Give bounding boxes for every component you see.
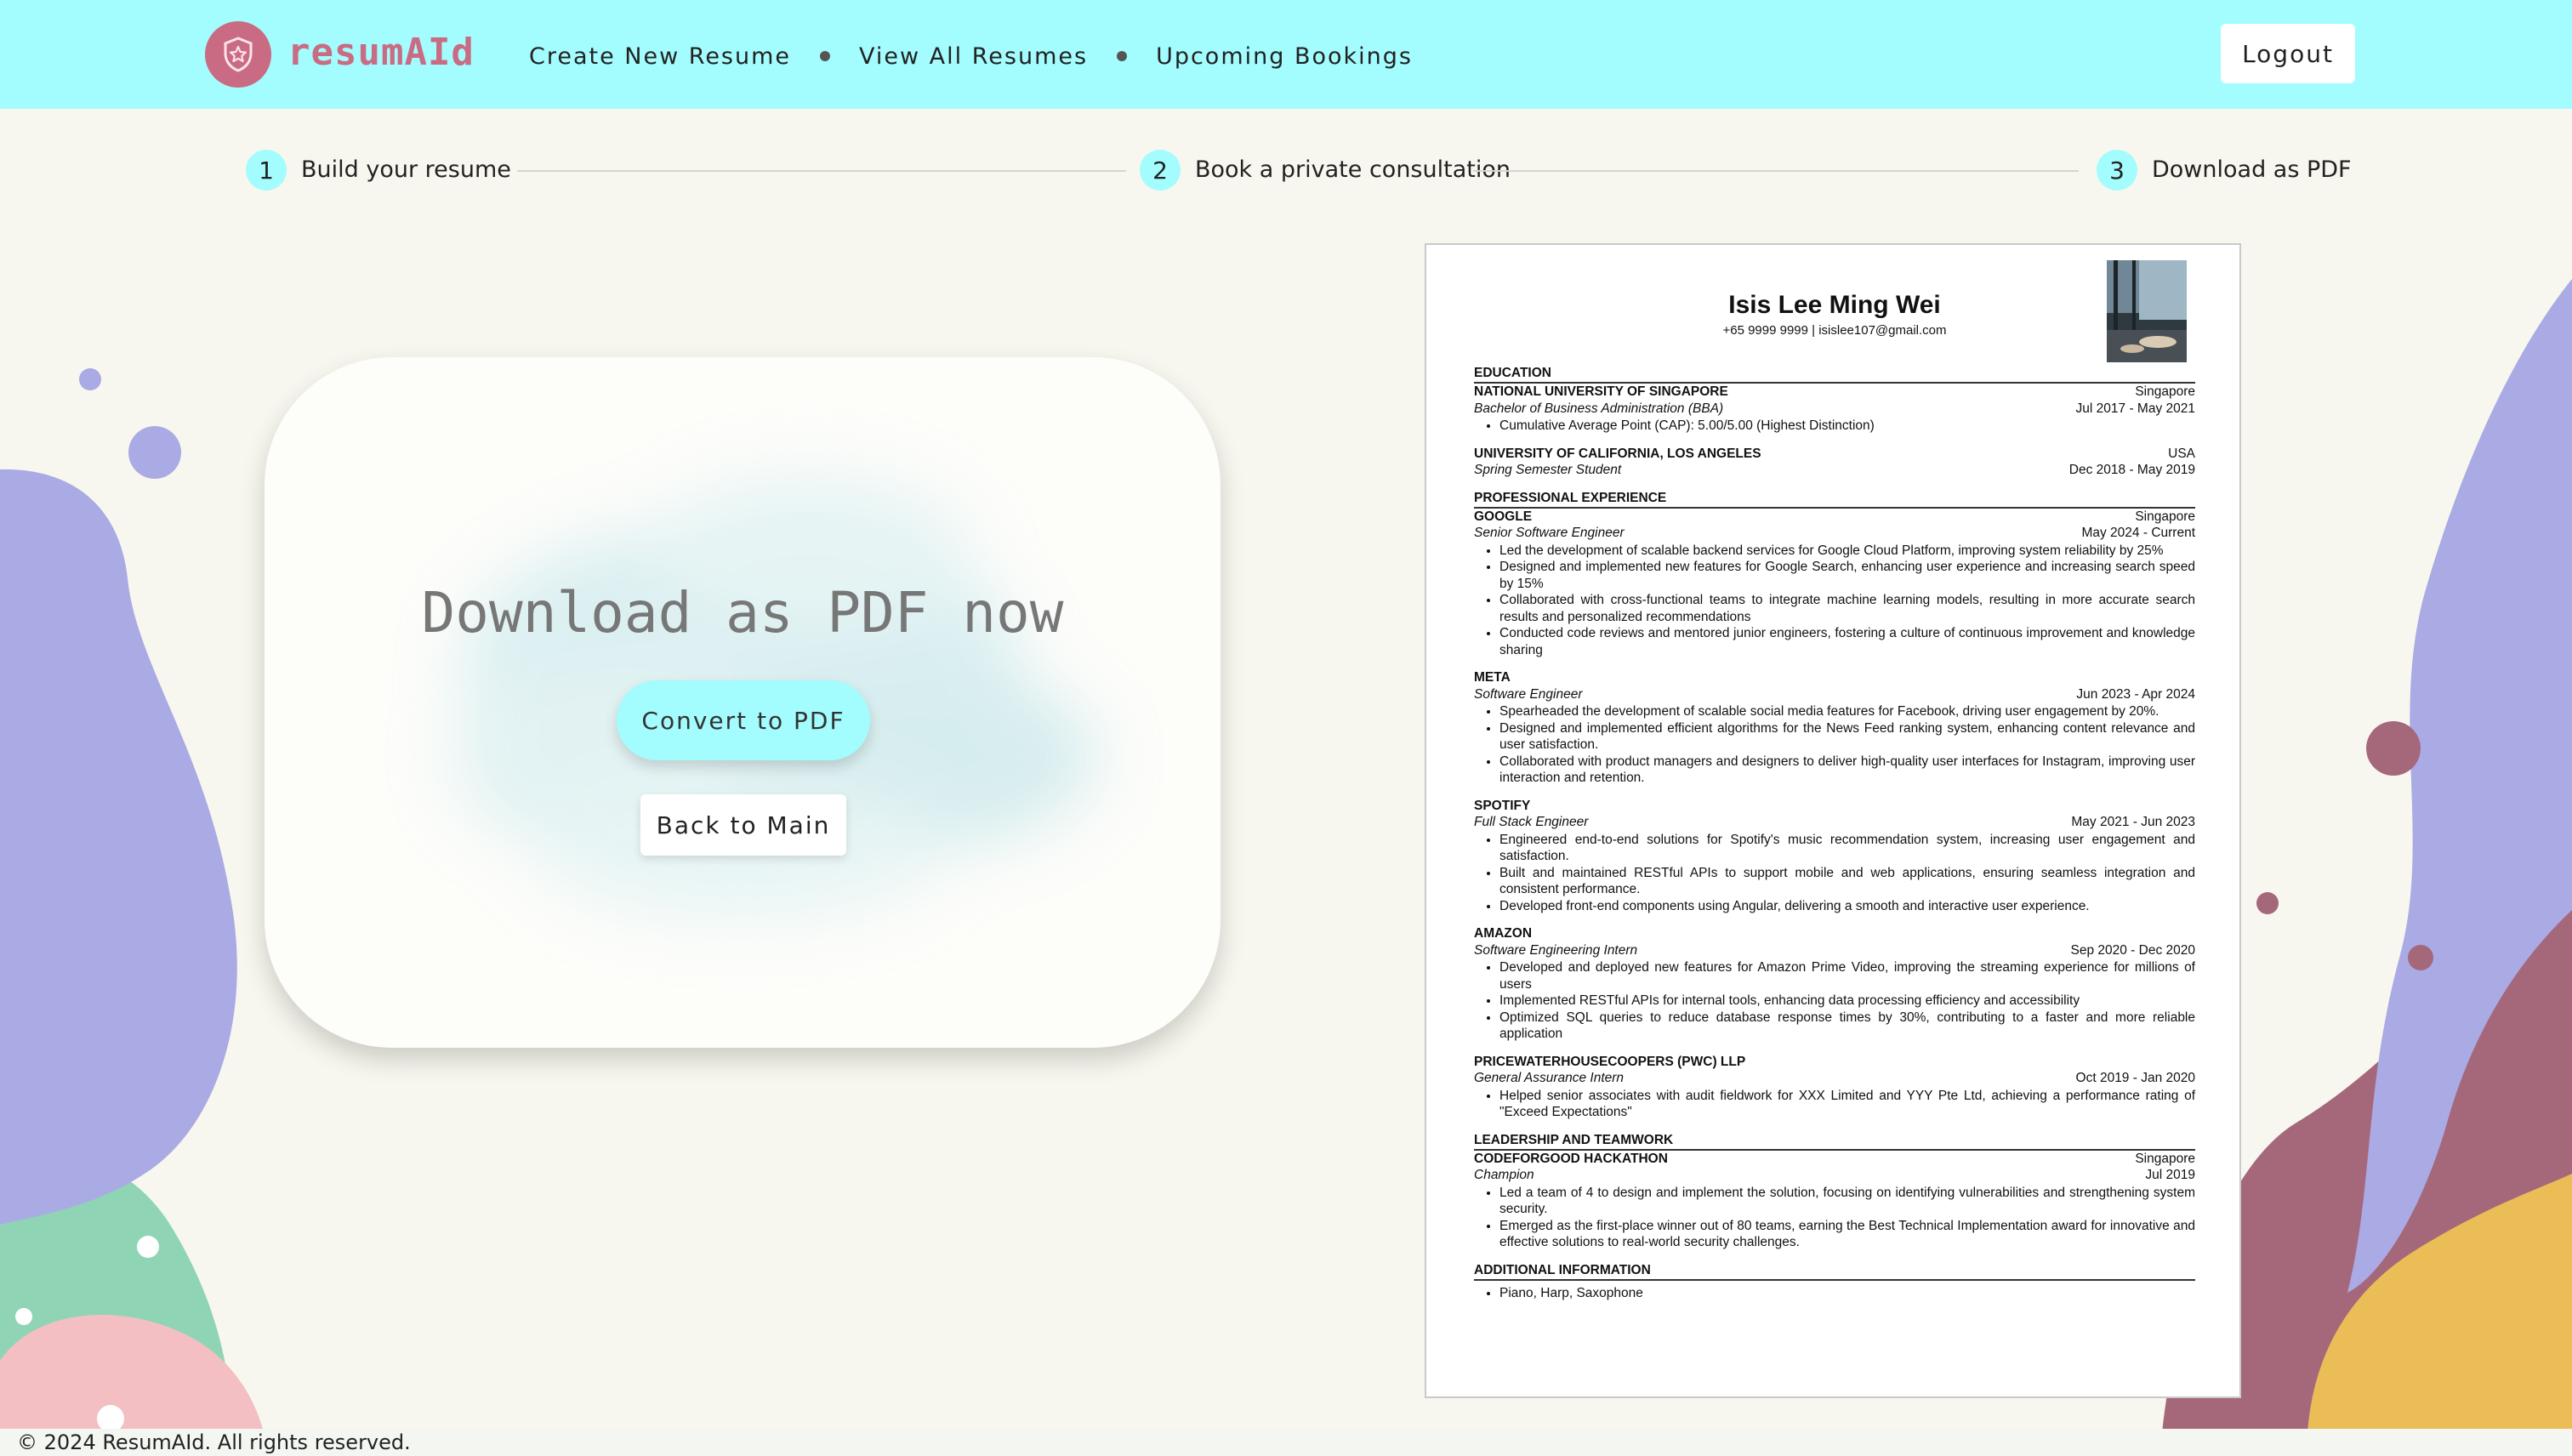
section-heading-experience: PROFESSIONAL EXPERIENCE [1474, 490, 2195, 509]
resume-contact: +65 9999 9999 | isislee107@gmail.com [1722, 323, 1947, 338]
entry-dates: Sep 2020 - Dec 2020 [2070, 942, 2196, 958]
entry-bullet: Designed and implemented efficient algor… [1499, 720, 2195, 754]
entry-bullet: Collaborated with product managers and d… [1499, 754, 2195, 787]
entry-role: Senior Software Engineer [1474, 526, 1625, 540]
mauve-dot [2408, 945, 2433, 970]
entry-org: SPOTIFY [1474, 798, 1531, 813]
white-dot [15, 1308, 32, 1325]
logout-button[interactable]: Logout [2221, 24, 2355, 83]
nav-separator-dot [820, 51, 831, 61]
entry-dates: Jul 2019 [2145, 1168, 2195, 1182]
lavender-dot [128, 426, 181, 479]
entry-bullet: Conducted code reviews and mentored juni… [1499, 625, 2195, 658]
download-card: Download as PDF now Convert to PDF Back … [265, 357, 1221, 1048]
shield-star-icon [224, 37, 253, 72]
footer: © 2024 ResumAId. All rights reserved. [0, 1429, 2572, 1456]
step-connector [517, 170, 1126, 172]
nav-upcoming-bookings[interactable]: Upcoming Bookings [1156, 43, 1413, 70]
main-nav: Create New Resume View All Resumes Upcom… [529, 37, 1413, 75]
entry-org: UNIVERSITY OF CALIFORNIA, LOS ANGELES [1474, 446, 1761, 461]
entry-dates: Dec 2018 - May 2019 [2068, 463, 2195, 477]
entry-bullet: Led the development of scalable backend … [1499, 543, 2195, 560]
mauve-dot [2366, 721, 2421, 776]
entry-bullet: Cumulative Average Point (CAP): 5.00/5.0… [1499, 418, 2195, 435]
back-to-main-button[interactable]: Back to Main [640, 794, 846, 856]
mauve-dot [2256, 892, 2279, 914]
top-navbar: resumAId Create New Resume View All Resu… [0, 0, 2572, 109]
entry-role: Software Engineer [1474, 686, 1583, 702]
entry-bullet: Implemented RESTful APIs for internal to… [1499, 992, 2195, 1010]
entry-location: Singapore [2135, 384, 2195, 399]
lavender-dot [79, 368, 101, 390]
section-heading-leadership: LEADERSHIP AND TEAMWORK [1474, 1132, 2195, 1151]
entry-dates: Jul 2017 - May 2021 [2075, 401, 2195, 416]
lavender-blob-right [2347, 279, 2572, 1293]
additional-bullet: Piano, Harp, Saxophone [1499, 1285, 2195, 1302]
entry-location: USA [2168, 446, 2195, 461]
logo-icon[interactable] [205, 21, 271, 88]
nav-create-new-resume[interactable]: Create New Resume [529, 43, 791, 70]
entry-org: META [1474, 670, 1511, 685]
leadership-entry: CODEFORGOOD HACKATHON Singapore Champion J… [1474, 1151, 2195, 1251]
entry-org: AMAZON [1474, 926, 1533, 941]
entry-bullet: Optimized SQL queries to reduce database… [1499, 1010, 2195, 1043]
mint-blob [0, 1157, 231, 1456]
mustard-blob [2307, 1174, 2572, 1456]
entry-org: NATIONAL UNIVERSITY OF SINGAPORE [1474, 384, 1728, 399]
entry-bullet: Developed and deployed new features for … [1499, 959, 2195, 992]
entry-bullet: Built and maintained RESTful APIs to sup… [1499, 865, 2195, 898]
section-heading-education: EDUCATION [1474, 365, 2195, 384]
entry-org: CODEFORGOOD HACKATHON [1474, 1151, 1668, 1166]
entry-bullet: Designed and implemented new features fo… [1499, 559, 2195, 592]
logo-text[interactable]: resumAId [287, 31, 475, 74]
step-connector [1473, 170, 2079, 172]
education-entry: NATIONAL UNIVERSITY OF SINGAPORE Singapor… [1474, 384, 2195, 435]
entry-org: PRICEWATERHOUSECOOPERS (PWC) LLP [1474, 1054, 1746, 1069]
lavender-dot [156, 733, 180, 757]
entry-location: Singapore [2135, 509, 2195, 524]
entry-dates: May 2021 - Jun 2023 [2071, 815, 2195, 829]
education-entry: UNIVERSITY OF CALIFORNIA, LOS ANGELES USA… [1474, 446, 2195, 479]
nav-view-all-resumes[interactable]: View All Resumes [859, 43, 1088, 70]
resume-body: EDUCATION NATIONAL UNIVERSITY OF SINGAPO… [1474, 354, 2195, 1301]
entry-role: General Assurance Intern [1474, 1071, 1625, 1085]
convert-to-pdf-button[interactable]: Convert to PDF [617, 680, 870, 760]
lavender-blob-left [0, 469, 237, 1225]
step-2-number: 2 [1140, 150, 1181, 191]
step-1-number: 1 [246, 150, 287, 191]
entry-bullet: Collaborated with cross-functional teams… [1499, 592, 2195, 625]
entry-role: Champion [1474, 1168, 1534, 1182]
white-dot [137, 1236, 159, 1258]
entry-role: Full Stack Engineer [1474, 815, 1589, 829]
experience-entry: SPOTIFY Full Stack Engineer May 2021 - Ju… [1474, 798, 2195, 915]
step-2-label: Book a private consultation [1195, 156, 1511, 183]
entry-role: Spring Semester Student [1474, 463, 1622, 477]
card-title: Download as PDF now [421, 580, 1064, 646]
nav-separator-dot [1117, 51, 1128, 61]
entry-dates: Jun 2023 - Apr 2024 [2076, 686, 2195, 702]
step-3-label: Download as PDF [2152, 156, 2352, 183]
footer-copyright: © 2024 ResumAId. All rights reserved. [17, 1430, 411, 1454]
entry-bullet: Engineered end-to-end solutions for Spot… [1499, 832, 2195, 865]
step-1-label: Build your resume [301, 156, 511, 183]
entry-dates: Oct 2019 - Jan 2020 [2075, 1071, 2195, 1085]
experience-entry: META Software Engineer Jun 2023 - Apr 202… [1474, 669, 2195, 787]
entry-bullet: Spearheaded the development of scalable … [1499, 703, 2195, 720]
experience-entry: GOOGLE Singapore Senior Software Engineer… [1474, 509, 2195, 659]
step-3-number: 3 [2097, 150, 2137, 191]
entry-bullet: Led a team of 4 to design and implement … [1499, 1185, 2195, 1218]
entry-location: Singapore [2135, 1151, 2195, 1166]
entry-bullet: Helped senior associates with audit fiel… [1499, 1088, 2195, 1121]
entry-bullet: Developed front-end components using Ang… [1499, 898, 2195, 915]
entry-role: Bachelor of Business Administration (BBA… [1474, 401, 1724, 416]
experience-entry: AMAZON Software Engineering Intern Sep 20… [1474, 925, 2195, 1043]
entry-bullet: Emerged as the first-place winner out of… [1499, 1218, 2195, 1251]
resume-preview: Isis Lee Ming Wei +65 9999 9999 | isisle… [1425, 243, 2241, 1398]
entry-org: GOOGLE [1474, 509, 1533, 524]
entry-role: Software Engineering Intern [1474, 942, 1638, 958]
experience-entry: PRICEWATERHOUSECOOPERS (PWC) LLP General… [1474, 1054, 2195, 1121]
entry-dates: May 2024 - Current [2081, 526, 2195, 540]
section-heading-additional: ADDITIONAL INFORMATION [1474, 1262, 2195, 1281]
resume-name: Isis Lee Ming Wei [1728, 291, 1941, 319]
